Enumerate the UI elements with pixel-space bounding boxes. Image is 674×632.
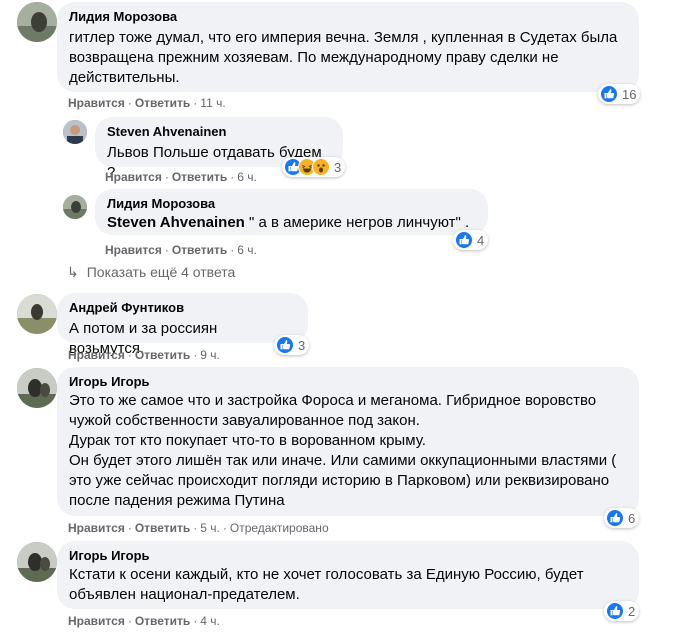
- reaction-count: 16: [622, 86, 637, 102]
- comment-text: Кстати к осени каждый, кто не хочет голо…: [69, 566, 588, 603]
- reply-button[interactable]: Ответить: [135, 348, 190, 362]
- avatar[interactable]: [63, 120, 87, 144]
- like-icon: [606, 509, 624, 527]
- comment-author[interactable]: Игорь Игорь: [69, 374, 627, 390]
- reaction-summary[interactable]: 3: [282, 157, 346, 177]
- comment-text: Steven Ahvenainen " а в америке негров л…: [107, 213, 476, 233]
- comment-actions: Нравится · Ответить · 5 ч. · Отредактировано: [68, 521, 329, 535]
- reply-bubble: Лидия Морозова Steven Ahvenainen " а в а…: [95, 189, 488, 235]
- comment-author[interactable]: Андрей Фунтиков: [69, 300, 296, 316]
- show-more-replies-label: Показать ещё 4 ответа: [86, 264, 236, 280]
- reaction-count: 3: [298, 337, 306, 353]
- reaction-count: 3: [334, 159, 342, 175]
- reply-button[interactable]: Ответить: [172, 170, 227, 184]
- timestamp[interactable]: 4 ч.: [200, 614, 220, 628]
- timestamp[interactable]: 6 ч.: [237, 170, 257, 184]
- reaction-count: 6: [628, 510, 636, 526]
- like-button[interactable]: Нравится: [105, 170, 162, 184]
- mention-link[interactable]: Steven Ahvenainen: [107, 214, 245, 231]
- comment-bubble: Лидия Морозова гитлер тоже думал, что ег…: [57, 2, 639, 92]
- comment-bubble: Игорь Игорь Кстати к осени каждый, кто н…: [57, 541, 639, 609]
- avatar[interactable]: [63, 195, 87, 219]
- like-button[interactable]: Нравится: [105, 243, 162, 257]
- comment-author[interactable]: Игорь Игорь: [69, 548, 627, 564]
- avatar[interactable]: [17, 294, 57, 334]
- like-icon: [455, 231, 473, 249]
- like-icon: [600, 85, 618, 103]
- avatar[interactable]: [17, 542, 57, 582]
- avatar[interactable]: [17, 368, 57, 408]
- reaction-count: 4: [477, 232, 485, 248]
- comment-actions: Нравится · Ответить · 6 ч.: [105, 170, 257, 184]
- like-button[interactable]: Нравится: [68, 348, 125, 362]
- reply-button[interactable]: Ответить: [135, 96, 190, 110]
- like-button[interactable]: Нравится: [68, 614, 125, 628]
- comment-bubble: Игорь Игорь Это то же самое что и застро…: [57, 367, 639, 516]
- edited-label[interactable]: Отредактировано: [230, 521, 329, 535]
- comment-author[interactable]: Лидия Морозова: [107, 196, 476, 212]
- comment-actions: Нравится · Ответить · 4 ч.: [68, 614, 220, 628]
- timestamp[interactable]: 6 ч.: [237, 243, 257, 257]
- timestamp[interactable]: 5 ч.: [200, 521, 220, 535]
- wow-icon: [312, 158, 330, 176]
- reaction-summary[interactable]: 16: [598, 84, 641, 104]
- reaction-summary[interactable]: 2: [604, 601, 640, 621]
- reaction-summary[interactable]: 3: [274, 335, 310, 355]
- reply-button[interactable]: Ответить: [172, 243, 227, 257]
- reply-text: " а в америке негров линчуют" .: [244, 214, 470, 231]
- reply-button[interactable]: Ответить: [135, 521, 190, 535]
- reaction-summary[interactable]: 6: [604, 508, 640, 528]
- like-icon: [276, 336, 294, 354]
- comment-author[interactable]: Steven Ahvenainen: [107, 124, 331, 140]
- reply-arrow-icon: ↳: [67, 264, 79, 280]
- comment-author[interactable]: Лидия Морозова: [69, 9, 627, 25]
- like-icon: [606, 602, 624, 620]
- like-button[interactable]: Нравится: [68, 521, 125, 535]
- avatar[interactable]: [17, 2, 57, 42]
- reaction-summary[interactable]: 4: [453, 230, 489, 250]
- comment-actions: Нравится · Ответить · 11 ч.: [68, 96, 226, 110]
- comment-actions: Нравится · Ответить · 6 ч.: [105, 243, 257, 257]
- comment-bubble: Андрей Фунтиков А потом и за россиян воз…: [57, 293, 308, 357]
- reaction-count: 2: [628, 603, 636, 619]
- timestamp[interactable]: 9 ч.: [200, 348, 220, 362]
- show-more-replies-button[interactable]: ↳ Показать ещё 4 ответа: [67, 264, 235, 281]
- reply-button[interactable]: Ответить: [135, 614, 190, 628]
- timestamp[interactable]: 11 ч.: [200, 96, 225, 110]
- like-button[interactable]: Нравится: [68, 96, 125, 110]
- comment-text: гитлер тоже думал, что его империя вечна…: [69, 29, 622, 86]
- comment-text: Это то же самое что и застройка Фороса и…: [69, 392, 617, 509]
- comment-actions: Нравится · Ответить · 9 ч.: [68, 348, 220, 362]
